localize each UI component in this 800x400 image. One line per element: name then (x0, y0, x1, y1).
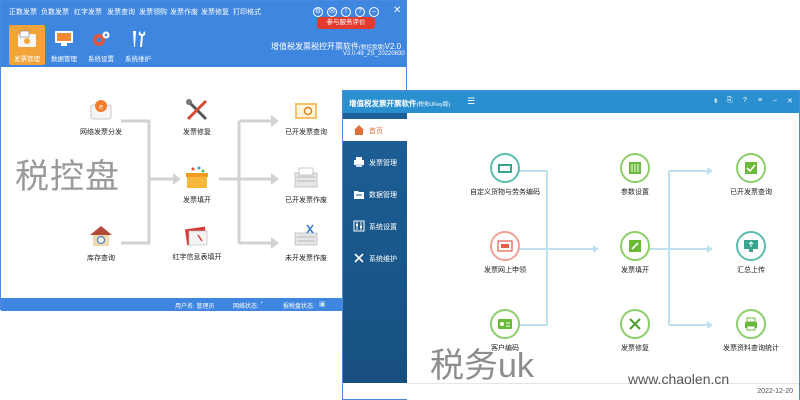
menu-toggle-icon[interactable]: ☰ (467, 96, 475, 107)
monitor-icon (53, 28, 75, 50)
close-icon[interactable]: ✕ (787, 97, 793, 105)
copy-icon[interactable]: ⎘ (727, 97, 733, 105)
keyboard-scissors-icon (293, 223, 319, 249)
node-inventory-query[interactable]: 库存查询 (73, 223, 129, 263)
help-icon[interactable]: ? (743, 97, 747, 104)
menu-print-format[interactable]: 打印格式 (233, 7, 261, 17)
watermark-tax-control: 税控盘 (15, 158, 120, 196)
tools-icon (353, 252, 365, 264)
tax-ukey-window: 增值税发票开票软件(税务UKey版) ☰ ⇟ ⎘ ? ≡ – ✕ 首页 发票管理… (342, 90, 800, 400)
data-folder-icon (353, 188, 365, 200)
repair-tools-icon (620, 309, 650, 339)
node-issued-query[interactable]: 已开发票查询 (707, 153, 795, 197)
param-sliders-icon (620, 153, 650, 183)
node-online-apply[interactable]: 发票网上申领 (461, 231, 549, 275)
title-bar: 增值税发票开票软件(税务UKey版) ☰ ⇟ ⎘ ? ≡ – ✕ (343, 91, 799, 113)
gift-box-icon (184, 165, 210, 191)
disk-status-icon: ▣ (319, 301, 326, 308)
menu-invoice-repair[interactable]: 发票修复 (201, 7, 229, 17)
download-icon[interactable]: ⇟ (713, 97, 719, 105)
node-network-distribute[interactable]: e 网络发票分发 (73, 97, 129, 137)
keyboard-void-icon (293, 165, 319, 191)
sliders-icon (353, 220, 365, 232)
minimize-icon[interactable]: – (369, 7, 379, 17)
invoice-folder-icon (16, 28, 38, 50)
invoice-search-icon (293, 97, 319, 123)
sidebar-item-system-maintenance[interactable]: 系统维护 (343, 247, 407, 269)
menu-invoice-void[interactable]: 发票作废 (170, 7, 198, 17)
minimize-icon[interactable]: – (773, 97, 777, 104)
watermark-site: www.chaolen.cn (628, 371, 730, 387)
menu-red-invoice[interactable]: 红字发票 (74, 7, 102, 17)
node-invoice-repair[interactable]: 发票修复 (607, 309, 663, 353)
issued-check-icon (736, 153, 766, 183)
node-invoice-fill[interactable]: 发票填开 (607, 231, 663, 275)
app-title: 增值税发票开票软件(税务UKey版) (349, 99, 451, 108)
sidebar-item-home[interactable]: 首页 (343, 119, 407, 141)
online-apply-icon (490, 231, 520, 261)
status-network: 网络状态: (233, 304, 259, 310)
menu-negative-invoice[interactable]: 负数发票 (41, 7, 69, 17)
sidebar-item-invoice-management[interactable]: 发票管理 (343, 151, 407, 173)
house-search-icon (88, 223, 114, 249)
close-icon[interactable]: ✕ (393, 5, 401, 16)
invoice-distribute-icon: e (88, 97, 114, 123)
red-document-icon (184, 223, 210, 249)
node-invoice-repair[interactable]: 发票修复 (169, 97, 225, 137)
goods-code-icon (490, 153, 520, 183)
node-red-form[interactable]: 红字信息表填开 (169, 223, 225, 262)
menu-invoice-query[interactable]: 发票查询 (107, 7, 135, 17)
wifi-icon: ◔ (259, 300, 264, 307)
invoice-edit-icon (620, 231, 650, 261)
node-unissued-void[interactable]: 未开发票作废 (277, 223, 335, 263)
help-icon[interactable]: ? (355, 7, 365, 17)
node-invoice-fill[interactable]: 发票填开 (169, 165, 225, 205)
wrench-screwdriver-icon (184, 97, 210, 123)
home-icon (353, 124, 365, 136)
status-report-disk: 报税盘状态: (283, 304, 315, 310)
watermark-tax-ukey: 税务uk (430, 347, 534, 385)
toolbar-system-maintenance[interactable]: 系统维护 (120, 25, 156, 65)
stats-printer-icon (736, 309, 766, 339)
service-evaluation-button[interactable]: 参与服务评价 (317, 17, 375, 29)
info-icon[interactable]: ! (341, 7, 351, 17)
node-custom-goods-code[interactable]: 自定义货物与劳务编码 (461, 153, 549, 197)
app-version: V2.0.49_ZS_20220630 (343, 51, 405, 57)
status-date: 2022-12-20 (757, 388, 793, 395)
toolbar-system-settings[interactable]: 系统设置 (83, 25, 119, 65)
sidebar-item-data-management[interactable]: 数据管理 (343, 183, 407, 205)
settings-icon[interactable]: ⚙ (313, 7, 323, 17)
upload-monitor-icon (736, 231, 766, 261)
node-summary-upload[interactable]: 汇总上传 (707, 231, 795, 275)
menu-icon[interactable]: ≡ (758, 97, 762, 104)
sidebar: 首页 发票管理 数据管理 系统设置 系统维护 (343, 113, 407, 383)
printer-icon (353, 156, 365, 168)
message-icon[interactable]: ✉ (327, 7, 337, 17)
status-user: 用户名: 管理员 (175, 304, 215, 310)
node-issued-query[interactable]: 已开发票查询 (277, 97, 335, 137)
node-issued-void[interactable]: 已开发票作废 (277, 165, 335, 205)
customer-card-icon (490, 309, 520, 339)
toolbar: 发票管理 数据管理 系统设置 系统维护 参与服务评价 增值税发票税控开票软件(税… (1, 17, 406, 67)
menu-invoice-purchase[interactable]: 发票领购 (139, 7, 167, 17)
gears-icon (90, 28, 112, 50)
tools-icon (127, 28, 149, 50)
node-param-settings[interactable]: 参数设置 (607, 153, 663, 197)
menu-positive-invoice[interactable]: 正数发票 (9, 7, 37, 17)
svg-text:e: e (99, 103, 103, 111)
toolbar-data-management[interactable]: 数据管理 (46, 25, 82, 65)
node-stats-query[interactable]: 发票资料查询统计 (707, 309, 795, 353)
sidebar-item-system-settings[interactable]: 系统设置 (343, 215, 407, 237)
toolbar-invoice-management[interactable]: 发票管理 (9, 25, 45, 65)
